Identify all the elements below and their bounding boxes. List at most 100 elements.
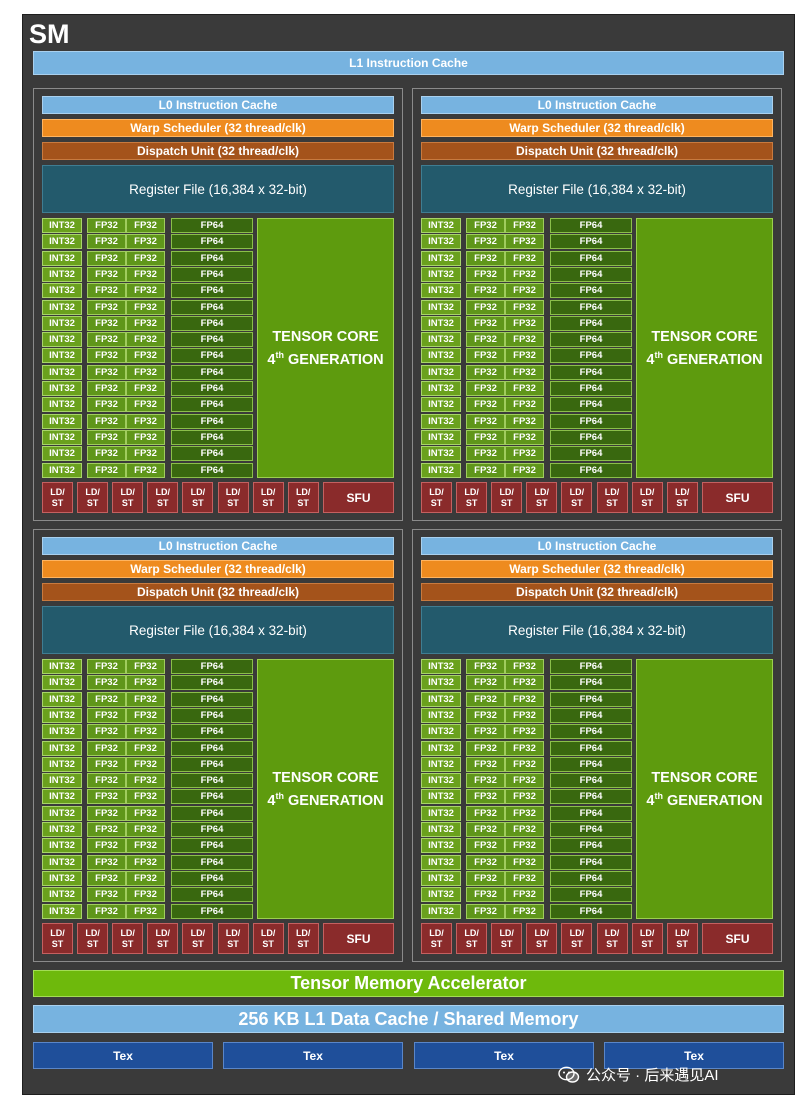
ld-st-label-top: LD/ bbox=[464, 927, 479, 938]
l1-instruction-cache: L1 Instruction Cache bbox=[33, 51, 784, 75]
int32-core: INT32 bbox=[42, 740, 82, 756]
fp32-core: FP32 bbox=[466, 838, 505, 854]
fp32-core: FP32 bbox=[87, 397, 126, 413]
fp64-core: FP64 bbox=[171, 364, 253, 380]
watermark: 公众号 · 后来遇见AI bbox=[558, 1064, 719, 1085]
fp32-core: FP32 bbox=[87, 250, 126, 266]
fp32-core: FP32 bbox=[505, 903, 544, 919]
ld-st-label-top: LD/ bbox=[260, 927, 276, 938]
fp32-core: FP32 bbox=[87, 887, 126, 903]
fp64-core: FP64 bbox=[550, 838, 632, 854]
int32-core: INT32 bbox=[42, 691, 82, 707]
fp64-core: FP64 bbox=[550, 413, 632, 429]
fp32-core: FP32 bbox=[505, 659, 544, 674]
fp32-core: FP32 bbox=[126, 838, 165, 854]
ld-st-unit: LD/ST bbox=[182, 923, 214, 954]
ld-st-label-top: LD/ bbox=[120, 486, 135, 497]
fp32-core: FP32 bbox=[87, 659, 126, 674]
ld-st-unit: LD/ST bbox=[491, 923, 523, 954]
fp64-core: FP64 bbox=[550, 756, 632, 772]
ld-st-label-top: LD/ bbox=[225, 486, 241, 497]
fp32-core: FP32 bbox=[505, 870, 544, 886]
fp64-core: FP64 bbox=[550, 854, 632, 870]
warp-scheduler: Warp Scheduler (32 thread/clk) bbox=[42, 560, 394, 578]
fp64-core: FP64 bbox=[171, 283, 253, 299]
fp32-core: FP32 bbox=[505, 364, 544, 380]
tensor-core: TENSOR CORE 4th GENERATION bbox=[636, 218, 773, 478]
ld-st-label-top: LD/ bbox=[190, 486, 206, 497]
fp32-core: FP32 bbox=[126, 773, 165, 789]
ld-st-label-top: LD/ bbox=[604, 486, 620, 497]
ld-st-label-bottom: ST bbox=[500, 938, 513, 949]
ld-st-label-top: LD/ bbox=[499, 927, 514, 938]
ld-st-unit: LD/ST bbox=[252, 482, 284, 513]
ld-st-unit: LD/ST bbox=[561, 923, 593, 954]
ld-st-label-bottom: ST bbox=[51, 938, 64, 949]
fp32-core: FP32 bbox=[126, 250, 165, 266]
ld-st-label-top: LD/ bbox=[295, 927, 311, 938]
tensor-core: TENSOR CORE 4th GENERATION bbox=[257, 218, 394, 478]
fp32-core: FP32 bbox=[87, 822, 126, 837]
fp32-core: FP32 bbox=[466, 315, 505, 331]
fp64-core: FP64 bbox=[550, 283, 632, 299]
sm-block: SM L1 Instruction Cache L0 Instruction C… bbox=[22, 14, 795, 1095]
int32-core: INT32 bbox=[42, 659, 82, 674]
int32-core: INT32 bbox=[421, 822, 461, 837]
fp64-core: FP64 bbox=[171, 397, 253, 413]
int32-core: INT32 bbox=[42, 348, 82, 364]
fp32-core: FP32 bbox=[466, 348, 505, 364]
fp32-core: FP32 bbox=[87, 315, 126, 331]
fp32-core: FP32 bbox=[505, 822, 544, 837]
fp32-core: FP32 bbox=[466, 887, 505, 903]
fp32-core: FP32 bbox=[87, 332, 126, 348]
ld-st-label-bottom: ST bbox=[641, 497, 653, 508]
ld-st-label-top: LD/ bbox=[85, 486, 100, 497]
fp32-core: FP32 bbox=[466, 446, 505, 462]
wechat-icon bbox=[558, 1066, 580, 1084]
ld-st-label-top: LD/ bbox=[534, 486, 550, 497]
fp64-core: FP64 bbox=[171, 903, 253, 919]
fp32-core: FP32 bbox=[87, 413, 126, 429]
fp64-core: FP64 bbox=[550, 381, 632, 396]
fp32-core: FP32 bbox=[87, 707, 126, 723]
int32-core: INT32 bbox=[42, 315, 82, 331]
fp32-core: FP32 bbox=[126, 740, 165, 756]
ld-st-unit: LD/ST bbox=[42, 923, 73, 954]
ld-st-unit: LD/ST bbox=[112, 482, 144, 513]
fp32-core: FP32 bbox=[505, 805, 544, 821]
fp32-core: FP32 bbox=[126, 756, 165, 772]
int32-core: INT32 bbox=[421, 854, 461, 870]
int32-core: INT32 bbox=[42, 364, 82, 380]
ld-st-label-bottom: ST bbox=[606, 938, 618, 949]
fp32-core: FP32 bbox=[505, 218, 544, 233]
fp32-core: FP32 bbox=[505, 348, 544, 364]
fp32-core: FP32 bbox=[505, 887, 544, 903]
fp32-core: FP32 bbox=[505, 397, 544, 413]
ld-st-unit: LD/ST bbox=[666, 923, 698, 954]
ld-st-unit: LD/ST bbox=[147, 923, 179, 954]
fp64-core: FP64 bbox=[171, 413, 253, 429]
ld-st-label-bottom: ST bbox=[536, 938, 548, 949]
generation-word: GENERATION bbox=[288, 792, 384, 809]
ld-st-unit: LD/ST bbox=[526, 482, 558, 513]
fp64-core: FP64 bbox=[550, 740, 632, 756]
fp32-core: FP32 bbox=[126, 854, 165, 870]
fp32-core: FP32 bbox=[126, 822, 165, 837]
tensor-core-title: TENSOR CORE bbox=[272, 328, 379, 345]
ld-st-label-top: LD/ bbox=[499, 486, 514, 497]
fp32-core: FP32 bbox=[126, 887, 165, 903]
fp32-core: FP32 bbox=[466, 266, 505, 282]
fp64-core: FP64 bbox=[550, 315, 632, 331]
fp64-core: FP64 bbox=[171, 756, 253, 772]
ld-st-label-bottom: ST bbox=[465, 497, 478, 508]
int32-core: INT32 bbox=[42, 266, 82, 282]
fp32-core: FP32 bbox=[126, 299, 165, 315]
fp32-core: FP32 bbox=[126, 381, 165, 396]
ld-st-label-bottom: ST bbox=[192, 497, 204, 508]
fp64-core: FP64 bbox=[171, 724, 253, 740]
fp64-core: FP64 bbox=[171, 707, 253, 723]
fp32-core: FP32 bbox=[505, 854, 544, 870]
fp64-core: FP64 bbox=[550, 364, 632, 380]
fp32-core: FP32 bbox=[466, 691, 505, 707]
fp32-core: FP32 bbox=[505, 691, 544, 707]
